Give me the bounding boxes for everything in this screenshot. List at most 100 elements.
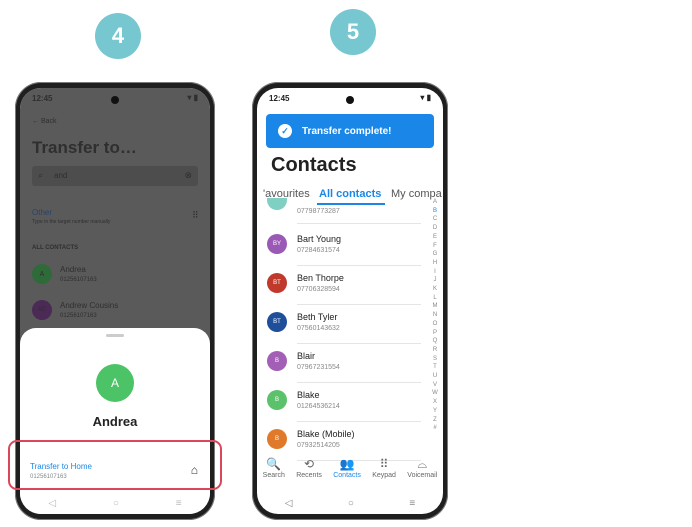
nav-item-label: Recents: [296, 472, 322, 479]
system-nav-bar: ◁ ○ ≡: [257, 492, 443, 514]
alphabet-letter[interactable]: Y: [431, 407, 439, 416]
nav-item-contacts[interactable]: 👥 Contacts: [333, 456, 361, 492]
alphabet-letter[interactable]: G: [431, 250, 439, 259]
keypad-icon: ⠿: [379, 457, 389, 471]
avatar: A: [32, 264, 52, 284]
other-label: Other: [32, 208, 53, 217]
nav-home-button[interactable]: ○: [113, 498, 119, 509]
alphabet-letter[interactable]: Q: [431, 337, 439, 346]
contact-phone: 01256107163: [60, 277, 97, 283]
avatar: BT: [267, 312, 287, 332]
partial-contact-row[interactable]: 07798773287: [257, 198, 431, 226]
contact-phone: 07706328594: [297, 286, 340, 293]
contact-name: Ben Thorpe: [297, 273, 344, 283]
divider: [297, 304, 421, 305]
alphabet-letter[interactable]: P: [431, 329, 439, 338]
search-icon: 🔍: [266, 457, 282, 471]
status-time: 12:45: [269, 94, 290, 103]
alphabet-index[interactable]: A B C D E F G H I J K L M N O P Q R S T U V W X Y Z #: [431, 198, 439, 433]
alphabet-letter[interactable]: #: [431, 424, 439, 433]
contact-phone: 07284631574: [297, 247, 340, 254]
nav-item-recents[interactable]: ⟲ Recents: [296, 456, 322, 492]
alphabet-letter[interactable]: C: [431, 215, 439, 224]
contact-row[interactable]: BT Beth Tyler 07560143632: [257, 306, 431, 344]
alphabet-letter[interactable]: D: [431, 224, 439, 233]
alphabet-letter[interactable]: K: [431, 285, 439, 294]
contact-row[interactable]: BT Ben Thorpe 07706328594: [257, 267, 431, 305]
alphabet-letter[interactable]: T: [431, 363, 439, 372]
check-icon: ✓: [278, 124, 292, 138]
alphabet-letter[interactable]: S: [431, 355, 439, 364]
front-camera: [346, 96, 354, 104]
back-button[interactable]: ← Back: [32, 118, 57, 125]
contact-phone: 01256107163: [60, 313, 97, 319]
divider: [297, 223, 421, 224]
alphabet-letter[interactable]: R: [431, 346, 439, 355]
alphabet-letter[interactable]: V: [431, 381, 439, 390]
nav-item-label: Search: [262, 472, 285, 479]
clear-icon[interactable]: ⊗: [184, 170, 192, 181]
bottom-navigation: 🔍 Search ⟲ Recents 👥 Contacts ⠿ Keypad ⌓ Voicemai…: [257, 456, 443, 492]
nav-recents-button[interactable]: ≡: [176, 498, 182, 509]
step-badge-4: 4: [95, 13, 141, 59]
divider: [297, 265, 421, 266]
avatar: BT: [267, 273, 287, 293]
alphabet-letter[interactable]: L: [431, 294, 439, 303]
status-time: 12:45: [32, 94, 53, 103]
alphabet-letter[interactable]: N: [431, 311, 439, 320]
nav-item-keypad[interactable]: ⠿ Keypad: [372, 456, 396, 492]
avatar: B: [267, 390, 287, 410]
nav-back-button[interactable]: ◁: [48, 498, 56, 509]
alphabet-letter[interactable]: W: [431, 389, 439, 398]
nav-recents-button[interactable]: ≡: [409, 498, 415, 509]
avatar: B: [267, 429, 287, 449]
contact-row[interactable]: B Blake 01264536214: [257, 384, 431, 422]
alphabet-letter[interactable]: Z: [431, 416, 439, 425]
alphabet-letter[interactable]: F: [431, 242, 439, 251]
other-option[interactable]: Other Type in the target number manually: [32, 208, 110, 225]
tab-underline: [317, 203, 385, 205]
contact-row[interactable]: A Andrea 01256107163: [32, 262, 202, 290]
step-badge-5: 5: [330, 9, 376, 55]
nav-item-label: Keypad: [372, 472, 396, 479]
contact-row[interactable]: AC Andrew Cousins 01256107163: [32, 298, 202, 326]
page-title: Transfer to…: [32, 138, 137, 157]
tab-all-contacts[interactable]: All contacts: [319, 188, 381, 200]
nav-item-label: Voicemail: [407, 472, 438, 479]
contact-name: Blake (Mobile): [297, 429, 355, 439]
divider: [297, 382, 421, 383]
phone-step-5: 12:45 ▾ ▮ ✓ Transfer complete! Contacts …: [252, 82, 448, 520]
avatar: A: [96, 364, 134, 402]
contacts-icon: 👥: [339, 457, 355, 471]
alphabet-letter[interactable]: E: [431, 233, 439, 242]
contact-name: Blake: [297, 390, 320, 400]
nav-item-search[interactable]: 🔍 Search: [263, 456, 285, 492]
alphabet-letter[interactable]: I: [431, 268, 439, 277]
phone-5-screen: 12:45 ▾ ▮ ✓ Transfer complete! Contacts …: [257, 88, 443, 514]
contact-phone: 07798773287: [297, 208, 340, 215]
contact-name: Bart Young: [297, 234, 342, 244]
alphabet-letter[interactable]: X: [431, 398, 439, 407]
avatar: B: [267, 351, 287, 371]
contact-row[interactable]: B Blair 07967231554: [257, 345, 431, 383]
alphabet-letter[interactable]: M: [431, 302, 439, 311]
alphabet-letter[interactable]: A: [431, 198, 439, 207]
nav-item-voicemail[interactable]: ⌓ Voicemail: [407, 456, 437, 492]
alphabet-letter[interactable]: B: [431, 207, 439, 216]
front-camera: [111, 96, 119, 104]
nav-home-button[interactable]: ○: [348, 498, 354, 509]
alphabet-letter[interactable]: J: [431, 276, 439, 285]
status-icons: ▾ ▮: [187, 93, 198, 102]
contact-name: Blair: [297, 351, 316, 361]
voicemail-icon: ⌓: [417, 457, 428, 471]
nav-back-button[interactable]: ◁: [285, 498, 293, 509]
banner-text: Transfer complete!: [302, 125, 392, 137]
alphabet-letter[interactable]: U: [431, 372, 439, 381]
alphabet-letter[interactable]: H: [431, 259, 439, 268]
contact-row[interactable]: BY Bart Young 07284631574: [257, 228, 431, 266]
recents-icon: ⟲: [304, 457, 315, 471]
search-input[interactable]: ⌕ and ⊗: [32, 166, 198, 186]
keypad-icon[interactable]: ⠿: [192, 210, 199, 221]
alphabet-letter[interactable]: O: [431, 320, 439, 329]
sheet-handle[interactable]: [106, 334, 124, 337]
